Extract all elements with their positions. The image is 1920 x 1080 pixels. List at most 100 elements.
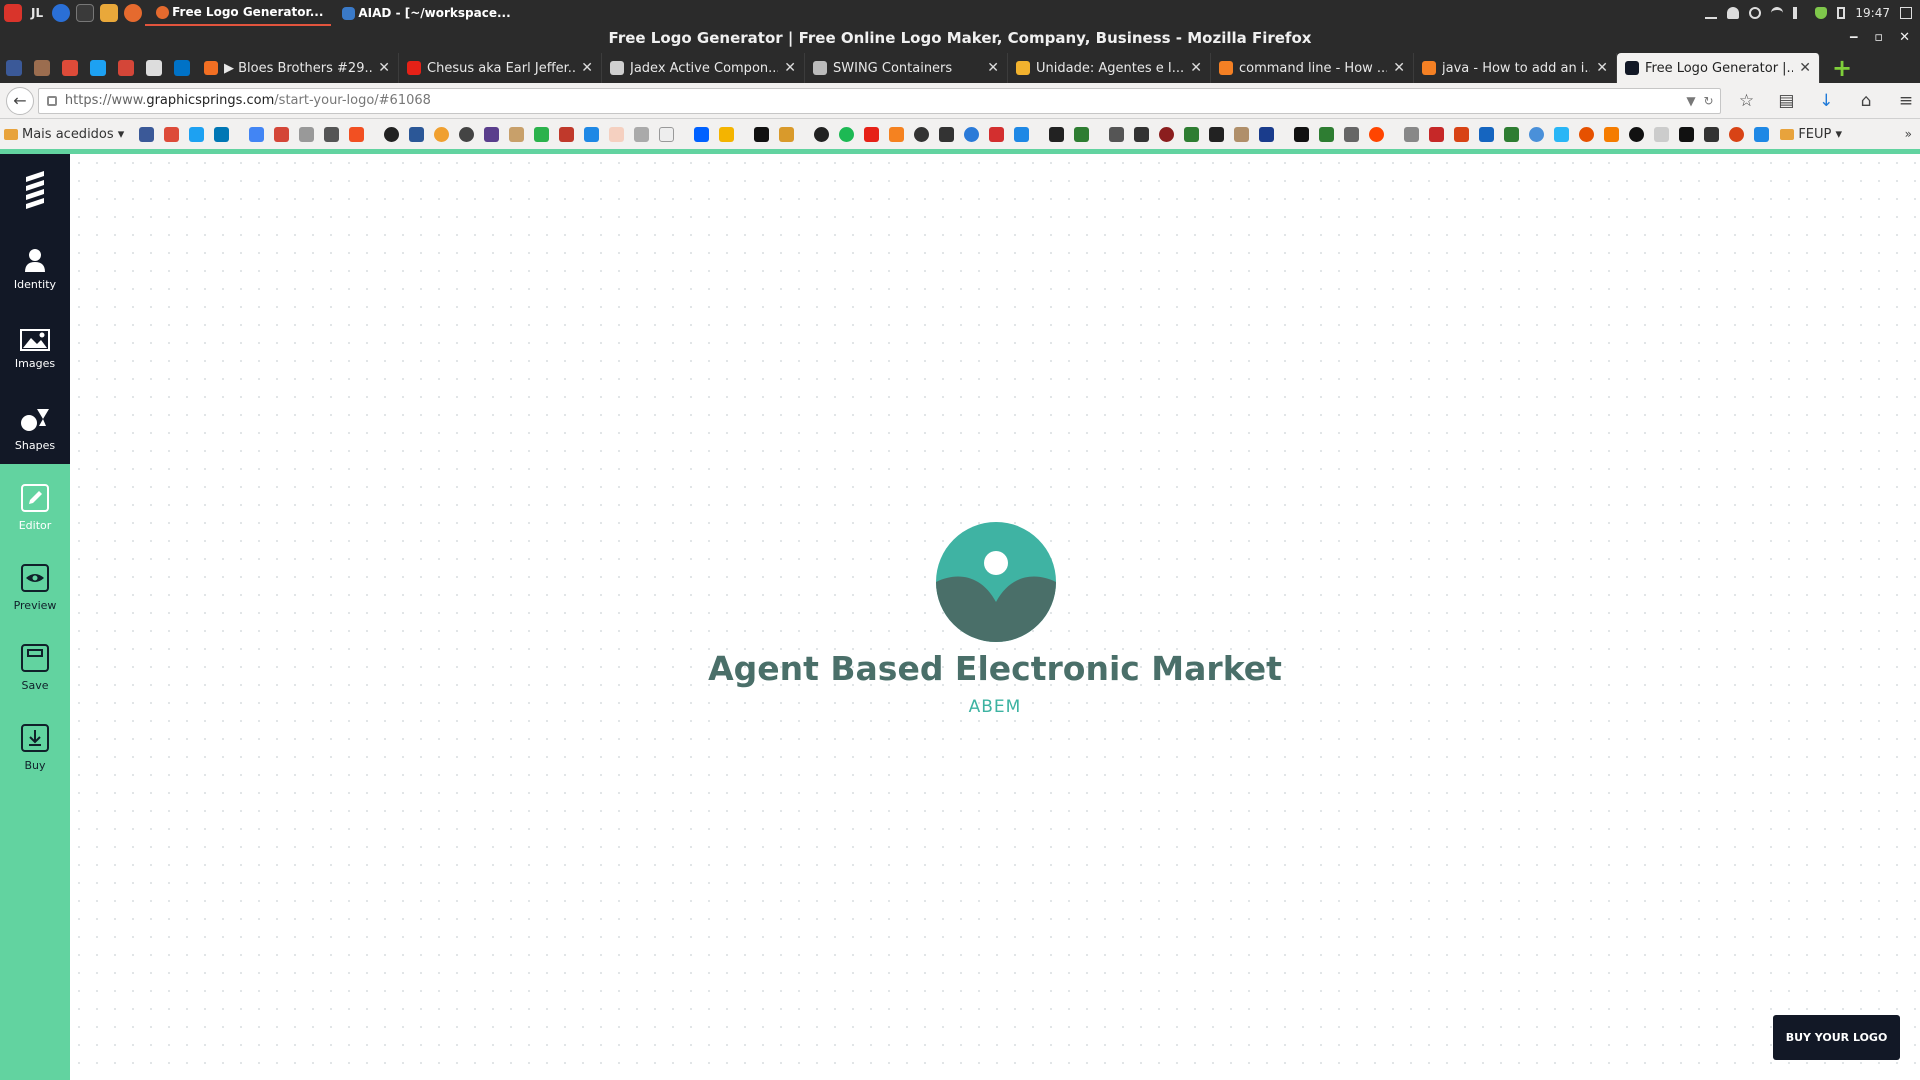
hackerrank-icon[interactable] — [484, 126, 500, 142]
bookmarks-overflow-icon[interactable]: » — [1905, 127, 1912, 141]
calendar-icon[interactable] — [324, 126, 340, 142]
c-icon[interactable] — [1259, 126, 1275, 142]
tu-icon[interactable] — [1479, 126, 1495, 142]
chart-bm-icon[interactable] — [1049, 126, 1065, 142]
sidebar-item-buy[interactable]: Buy — [0, 712, 70, 782]
bluetooth-icon[interactable] — [1749, 7, 1762, 19]
os-icon[interactable] — [989, 126, 1005, 142]
bookmark-folder-most-visited[interactable]: Mais acedidos ▾ — [4, 127, 124, 142]
mail-icon[interactable] — [249, 126, 265, 142]
s-icon[interactable] — [559, 126, 575, 142]
spotify-icon[interactable] — [839, 126, 855, 142]
history-dropdown-icon[interactable]: ▼ — [1686, 94, 1695, 108]
back-button[interactable]: ← — [6, 86, 34, 115]
buy-your-logo-button[interactable]: BUY YOUR LOGO — [1773, 1015, 1900, 1060]
volume-icon[interactable] — [1793, 7, 1805, 19]
battery-icon[interactable] — [1837, 7, 1846, 19]
googleplus-icon[interactable] — [164, 126, 180, 142]
reddit-icon[interactable] — [1369, 126, 1385, 142]
tab-soundcloud[interactable]: ▶ Bloes Brothers #29... ✕ — [196, 53, 399, 83]
terminal-icon[interactable] — [76, 4, 95, 22]
youtube-icon[interactable] — [864, 126, 880, 142]
ubuntu-menu-icon[interactable] — [4, 4, 22, 22]
logo-preview[interactable]: Agent Based Electronic Market ABEM — [70, 154, 1920, 1080]
chat-icon[interactable] — [52, 4, 71, 22]
layers-icon[interactable] — [1294, 126, 1310, 142]
phone-icon[interactable] — [939, 126, 955, 142]
tab-command-line[interactable]: command line - How ... ✕ — [1211, 53, 1414, 83]
firefox-icon[interactable] — [124, 4, 143, 22]
tab-unidade[interactable]: Unidade: Agentes e I... ✕ — [1008, 53, 1211, 83]
pinned-tab-outlook[interactable] — [168, 53, 196, 83]
pinned-tab-facebook[interactable] — [0, 53, 28, 83]
files-icon[interactable] — [100, 4, 119, 22]
new-tab-button[interactable]: + — [1832, 53, 1852, 83]
black-circle-icon[interactable] — [1629, 126, 1645, 142]
signal-icon[interactable] — [1754, 126, 1770, 142]
user-status-icon[interactable] — [1727, 7, 1740, 19]
close-tab-icon[interactable]: ✕ — [1190, 60, 1202, 76]
github-icon[interactable] — [384, 126, 400, 142]
close-tab-icon[interactable]: ✕ — [1799, 60, 1811, 76]
download-icon[interactable]: ↓ — [1812, 87, 1840, 115]
shield-bm-icon[interactable] — [409, 126, 425, 142]
nvidia-icon[interactable] — [1504, 126, 1520, 142]
envelope-icon[interactable] — [299, 126, 315, 142]
rc-icon[interactable] — [659, 126, 675, 142]
sidebar-item-shapes[interactable]: Shapes — [0, 394, 70, 464]
session-icon[interactable] — [1900, 7, 1912, 19]
reading-list-icon[interactable]: ▤ — [1772, 87, 1800, 115]
bb-icon[interactable] — [1704, 126, 1720, 142]
logo-tagline[interactable]: ABEM — [70, 697, 1920, 717]
sidebar-item-images[interactable]: Images — [0, 314, 70, 384]
sidebar-item-save[interactable]: Save — [0, 632, 70, 702]
dot-icon[interactable] — [964, 126, 980, 142]
sidebar-item-identity[interactable]: Identity — [0, 234, 70, 304]
close-tab-icon[interactable]: ✕ — [378, 60, 390, 76]
logo-company-name[interactable]: Agent Based Electronic Market — [70, 649, 1920, 688]
gmail-icon[interactable] — [274, 126, 290, 142]
pinned-tab-googleplus[interactable] — [56, 53, 84, 83]
tab-free-logo-generator[interactable]: Free Logo Generator |... ✕ — [1617, 53, 1820, 83]
menu-icon[interactable]: ≡ — [1892, 87, 1920, 115]
steam-icon[interactable] — [459, 126, 475, 142]
image-bm-icon[interactable] — [1554, 126, 1570, 142]
crown-icon[interactable] — [1234, 126, 1250, 142]
tree-icon[interactable] — [1184, 126, 1200, 142]
bookmark-star-icon[interactable]: ☆ — [1733, 87, 1761, 115]
tab-swing[interactable]: SWING Containers ✕ — [805, 53, 1008, 83]
linkedin-icon[interactable] — [214, 126, 230, 142]
tool-icon[interactable] — [1344, 126, 1360, 142]
close-tab-icon[interactable]: ✕ — [1596, 60, 1608, 76]
cloud-icon[interactable] — [914, 126, 930, 142]
hand-icon[interactable] — [509, 126, 525, 142]
close-tab-icon[interactable]: ✕ — [784, 60, 796, 76]
dropbox-icon[interactable] — [694, 126, 710, 142]
close-tab-icon[interactable]: ✕ — [581, 60, 593, 76]
sidebar-item-preview[interactable]: Preview — [0, 552, 70, 622]
globe-icon[interactable] — [1529, 126, 1545, 142]
imdb-icon[interactable] — [754, 126, 770, 142]
box-icon[interactable] — [1209, 126, 1225, 142]
reload-icon[interactable]: ↻ — [1704, 94, 1714, 108]
pinned-tab-gmail[interactable] — [112, 53, 140, 83]
keyboard-icon[interactable] — [1705, 7, 1718, 19]
media-icon[interactable] — [814, 126, 830, 142]
circle-bm-icon[interactable] — [434, 126, 450, 142]
red-circle-icon[interactable] — [1159, 126, 1175, 142]
pinned-tab-twitter[interactable] — [84, 53, 112, 83]
task-ide[interactable]: AIAD - [~/workspace... — [331, 0, 518, 26]
ide-bm-icon[interactable] — [634, 126, 650, 142]
cup-icon[interactable] — [1654, 126, 1670, 142]
site-logo[interactable] — [0, 154, 70, 224]
wikipedia-icon[interactable] — [1404, 126, 1420, 142]
minimize-icon[interactable]: ‒ — [1849, 26, 1858, 50]
wifi-icon[interactable] — [1771, 7, 1784, 19]
orange-circle-icon[interactable] — [1579, 126, 1595, 142]
tab-java[interactable]: java - How to add an i... ✕ — [1414, 53, 1617, 83]
maximize-icon[interactable]: ▫ — [1874, 26, 1883, 50]
dict-icon[interactable] — [1429, 126, 1445, 142]
microsoft-icon[interactable] — [349, 126, 365, 142]
logo-canvas[interactable]: Agent Based Electronic Market ABEM BUY Y… — [70, 154, 1920, 1080]
fox-icon[interactable] — [1604, 126, 1620, 142]
